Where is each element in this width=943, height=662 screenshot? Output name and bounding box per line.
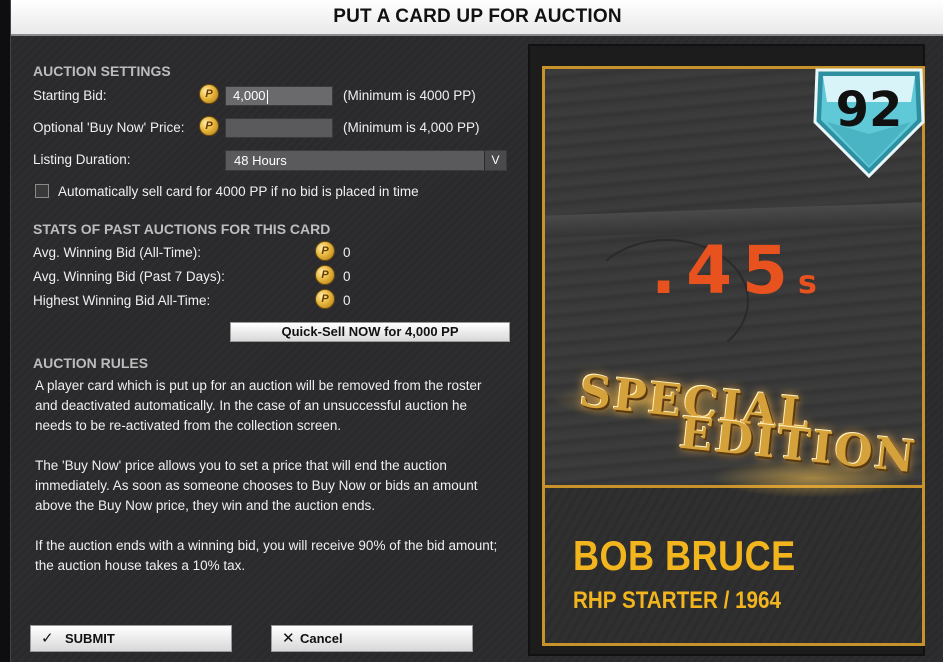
dropdown-arrow-icon[interactable]: V <box>484 151 506 170</box>
auction-settings-heading: AUCTION SETTINGS <box>33 63 171 79</box>
close-icon: ✕ <box>282 630 295 647</box>
rating-value: 92 <box>835 82 903 138</box>
buy-now-label: Optional 'Buy Now' Price: <box>33 120 185 135</box>
rules-paragraph: The 'Buy Now' price allows you to set a … <box>35 458 478 513</box>
cancel-button[interactable]: ✕ Cancel <box>271 625 473 652</box>
pp-coin-icon: P <box>315 241 335 261</box>
listing-duration-value: 48 Hours <box>234 153 287 168</box>
starting-bid-label: Starting Bid: <box>33 88 107 103</box>
dialog-titlebar: PUT A CARD UP FOR AUCTION <box>11 0 943 36</box>
team-logo-text: .45 <box>651 232 798 309</box>
autosell-label: Automatically sell card for 4000 PP if n… <box>58 184 419 199</box>
starting-bid-input[interactable]: 4,000 <box>225 86 333 106</box>
rules-paragraph: If the auction ends with a winning bid, … <box>35 538 498 573</box>
cancel-label: Cancel <box>300 631 343 646</box>
dialog-title: PUT A CARD UP FOR AUCTION <box>333 6 622 27</box>
player-position-year: RHP STARTER / 1964 <box>573 587 781 614</box>
stat-value-avg-7-days: 0 <box>343 269 351 284</box>
pp-coin-icon: P <box>315 289 335 309</box>
auction-dialog: PUT A CARD UP FOR AUCTION AUCTION SETTIN… <box>10 0 943 662</box>
stat-label-avg-all-time: Avg. Winning Bid (All-Time): <box>33 245 202 260</box>
stat-label-highest: Highest Winning Bid All-Time: <box>33 293 211 308</box>
starting-bid-hint: (Minimum is 4000 PP) <box>343 88 476 103</box>
pp-coin-icon: P <box>199 84 219 104</box>
stat-value-highest: 0 <box>343 293 351 308</box>
stat-label-avg-7-days: Avg. Winning Bid (Past 7 Days): <box>33 269 225 284</box>
listing-duration-select[interactable]: 48 Hours V <box>225 150 507 171</box>
auction-rules-text: A player card which is put up for an auc… <box>35 376 505 596</box>
rules-paragraph: A player card which is put up for an auc… <box>35 378 482 433</box>
team-logo-suffix: s <box>797 263 817 301</box>
quick-sell-button[interactable]: Quick-Sell NOW for 4,000 PP <box>230 322 510 342</box>
stats-heading: STATS OF PAST AUCTIONS FOR THIS CARD <box>33 221 331 237</box>
pp-coin-icon: P <box>315 265 335 285</box>
starting-bid-value: 4,000 <box>233 88 266 103</box>
pp-coin-icon: P <box>199 116 219 136</box>
checkmark-icon: ✓ <box>41 630 54 647</box>
stat-value-avg-all-time: 0 <box>343 245 351 260</box>
submit-label: SUBMIT <box>65 631 115 646</box>
player-name: BOB BRUCE <box>573 532 796 579</box>
autosell-checkbox[interactable] <box>35 184 49 198</box>
text-caret <box>266 89 268 104</box>
buy-now-input[interactable] <box>225 118 333 138</box>
listing-duration-label: Listing Duration: <box>33 152 131 167</box>
team-logo: .45s <box>651 238 817 304</box>
buy-now-hint: (Minimum is 4,000 PP) <box>343 120 480 135</box>
submit-button[interactable]: ✓ SUBMIT <box>30 625 232 652</box>
auction-rules-heading: AUCTION RULES <box>33 355 149 371</box>
